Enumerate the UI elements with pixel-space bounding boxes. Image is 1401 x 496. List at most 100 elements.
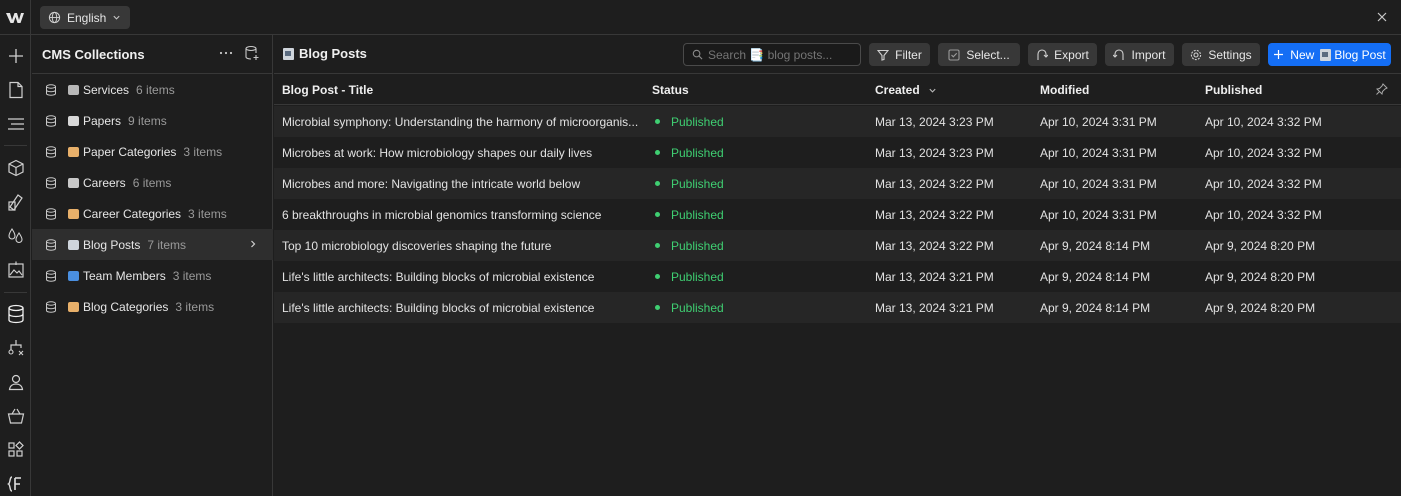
new-blog-post-button[interactable]: New Blog Post	[1268, 43, 1391, 66]
collections-header: CMS Collections	[32, 35, 272, 74]
collection-count: 3 items	[183, 144, 223, 159]
chevron-down-icon	[113, 15, 120, 20]
status-dot	[655, 150, 660, 155]
export-button[interactable]: Export	[1028, 43, 1097, 66]
select-button[interactable]: Select...	[938, 43, 1020, 66]
assets-icon[interactable]	[0, 257, 31, 283]
database-icon	[46, 238, 56, 251]
import-label: Import	[1131, 47, 1166, 62]
status-dot	[655, 274, 660, 279]
cell-created: Mar 13, 2024 3:23 PM	[875, 146, 994, 160]
collection-emoji-icon	[68, 301, 79, 312]
apps-icon[interactable]	[0, 437, 31, 463]
search-input[interactable]	[708, 47, 853, 62]
database-icon	[46, 207, 56, 220]
collection-item[interactable]: Blog Posts 7 items	[32, 229, 273, 260]
status-dot	[655, 181, 660, 186]
cell-status: Published	[671, 115, 724, 129]
column-created-label: Created	[875, 83, 920, 97]
collection-item[interactable]: Blog Categories 3 items	[32, 291, 273, 322]
settings-button[interactable]: Settings	[1182, 43, 1260, 66]
cell-status: Published	[671, 270, 724, 284]
column-title[interactable]: Blog Post - Title	[282, 83, 373, 97]
table-row[interactable]: Life's little architects: Building block…	[274, 261, 1401, 292]
plus-icon	[1274, 50, 1284, 59]
navigator-icon[interactable]	[0, 111, 31, 137]
collection-emoji-icon	[68, 146, 79, 157]
search-box[interactable]	[683, 43, 861, 66]
table-row[interactable]: Top 10 microbiology discoveries shaping …	[274, 230, 1401, 261]
sort-chevron-down-icon	[929, 89, 936, 93]
import-button[interactable]: Import	[1105, 43, 1174, 66]
pin-icon[interactable]	[1376, 83, 1388, 95]
database-icon	[46, 176, 56, 189]
table-column-headers: Blog Post - Title Status Created Modifie…	[274, 74, 1401, 105]
collection-item[interactable]: Papers 9 items	[32, 105, 273, 136]
collection-emoji-icon	[68, 84, 79, 95]
cell-modified: Apr 10, 2024 3:31 PM	[1040, 208, 1157, 222]
cell-created: Mar 13, 2024 3:21 PM	[875, 301, 994, 315]
cell-modified: Apr 9, 2024 8:14 PM	[1040, 301, 1151, 315]
database-icon	[46, 114, 56, 127]
style-selectors-icon[interactable]	[0, 189, 31, 215]
cell-published: Apr 10, 2024 3:32 PM	[1205, 177, 1322, 191]
collection-emoji-icon	[68, 177, 79, 188]
filter-button[interactable]: Filter	[869, 43, 930, 66]
column-modified[interactable]: Modified	[1040, 83, 1089, 97]
column-created[interactable]: Created	[875, 83, 937, 97]
users-icon[interactable]	[0, 369, 31, 395]
export-icon	[1037, 48, 1049, 60]
components-icon[interactable]	[0, 155, 31, 181]
logic-icon[interactable]	[0, 335, 31, 361]
collection-item[interactable]: Careers 6 items	[32, 167, 273, 198]
close-icon[interactable]	[1375, 10, 1389, 24]
collection-count: 7 items	[147, 237, 187, 252]
table-row[interactable]: 6 breakthroughs in microbial genomics tr…	[274, 199, 1401, 230]
status-dot	[655, 305, 660, 310]
status-dot	[655, 212, 660, 217]
more-options-icon[interactable]	[218, 45, 234, 61]
webflow-logo-icon[interactable]	[0, 0, 31, 35]
column-status[interactable]: Status	[652, 83, 689, 97]
cell-title: 6 breakthroughs in microbial genomics tr…	[282, 208, 602, 222]
table-row[interactable]: Microbes and more: Navigating the intric…	[274, 168, 1401, 199]
collection-item[interactable]: Services 6 items	[32, 74, 273, 105]
cell-status: Published	[671, 208, 724, 222]
database-icon	[46, 83, 56, 96]
ecommerce-icon[interactable]	[0, 403, 31, 429]
column-published[interactable]: Published	[1205, 83, 1262, 97]
collection-name: Papers	[83, 113, 122, 128]
cell-title: Life's little architects: Building block…	[282, 270, 595, 284]
table-row[interactable]: Life's little architects: Building block…	[274, 292, 1401, 323]
cell-modified: Apr 9, 2024 8:14 PM	[1040, 239, 1151, 253]
cell-status: Published	[671, 146, 724, 160]
table-row[interactable]: Microbes at work: How microbiology shape…	[274, 137, 1401, 168]
collection-emoji-icon	[68, 270, 79, 281]
blog-posts-icon	[1320, 48, 1332, 61]
divider	[4, 292, 27, 293]
add-icon[interactable]	[0, 43, 31, 69]
code-icon[interactable]	[0, 471, 31, 496]
filter-icon	[877, 49, 890, 61]
top-bar: English	[0, 0, 1401, 35]
collection-name: Career Categories	[83, 206, 182, 221]
collection-count: 6 items	[132, 175, 172, 190]
variables-icon[interactable]	[0, 223, 31, 249]
collection-item[interactable]: Career Categories 3 items	[32, 198, 273, 229]
cms-icon[interactable]	[0, 301, 31, 327]
cell-modified: Apr 10, 2024 3:31 PM	[1040, 177, 1157, 191]
settings-label: Settings	[1208, 47, 1252, 62]
database-icon	[46, 300, 56, 313]
collection-count: 3 items	[188, 206, 227, 221]
cell-created: Mar 13, 2024 3:22 PM	[875, 239, 994, 253]
add-collection-icon[interactable]	[244, 45, 260, 61]
collection-item[interactable]: Paper Categories 3 items	[32, 136, 273, 167]
collection-item[interactable]: Team Members 3 items	[32, 260, 273, 291]
cell-title: Microbes and more: Navigating the intric…	[282, 177, 581, 191]
cell-created: Mar 13, 2024 3:22 PM	[875, 208, 994, 222]
pages-icon[interactable]	[0, 77, 31, 103]
table-row[interactable]: Microbial symphony: Understanding the ha…	[274, 106, 1401, 137]
language-selector[interactable]: English	[40, 6, 131, 29]
cell-published: Apr 9, 2024 8:20 PM	[1205, 270, 1316, 284]
new-suffix-label: Blog Post	[1334, 47, 1386, 62]
